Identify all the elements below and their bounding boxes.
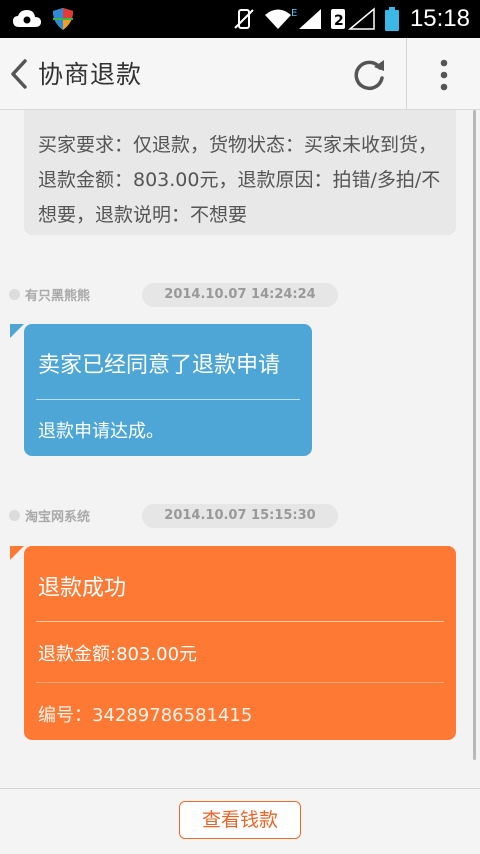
view-money-button[interactable]: 查看钱款: [179, 801, 301, 839]
sender-avatar-dot: [9, 510, 20, 521]
divider: [36, 682, 444, 683]
svg-text:2: 2: [334, 13, 344, 29]
bubble-title: 退款成功: [38, 576, 127, 601]
scrollbar[interactable]: [473, 110, 476, 760]
sender-name: 有只黑熊熊: [25, 289, 91, 304]
more-vertical-icon[interactable]: [432, 56, 456, 94]
wifi-icon: E: [265, 8, 297, 29]
divider: [36, 399, 300, 400]
refund-success-bubble: 退款成功 退款金额:803.00元 编号：34289786581415: [10, 546, 456, 740]
vibrate-off-icon: [234, 9, 254, 29]
buyer-request-text: 买家要求：仅退款，货物状态：买家未收到货，退款金额：803.00元，退款原因：拍…: [38, 134, 441, 226]
sender-row: 有只黑熊熊 2014.10.07 14:24:24: [0, 280, 480, 310]
sender-name: 淘宝网系统: [25, 510, 91, 525]
message-timestamp: 2014.10.07 15:15:30: [142, 504, 338, 528]
bottom-bar: 查看钱款: [0, 788, 480, 854]
cloud-icon: [13, 10, 41, 27]
refresh-icon[interactable]: [350, 56, 388, 94]
buyer-request-card: 买家要求：仅退款，货物状态：买家未收到货，退款金额：803.00元，退款原因：拍…: [24, 110, 456, 235]
message-timestamp: 2014.10.07 14:24:24: [142, 283, 338, 307]
refund-number: 编号：34289786581415: [38, 705, 253, 726]
divider: [36, 621, 444, 622]
sender-row: 淘宝网系统 2014.10.07 15:15:30: [0, 501, 480, 531]
sim2-signal-icon: 2: [331, 7, 375, 30]
page-title: 协商退款: [38, 60, 143, 89]
seller-agree-bubble: 卖家已经同意了退款申请 退款申请达成。: [10, 324, 312, 456]
shield-icon: [53, 8, 73, 30]
signal-icon: [299, 9, 321, 29]
refund-amount: 退款金额:803.00元: [38, 644, 198, 665]
bubble-body: 退款申请达成。: [38, 421, 164, 442]
title-divider: [406, 38, 407, 110]
status-bar: E 2 15:18: [0, 0, 480, 38]
message-list[interactable]: 买家要求：仅退款，货物状态：买家未收到货，退款金额：803.00元，退款原因：拍…: [0, 110, 480, 788]
bubble-title: 卖家已经同意了退款申请: [38, 353, 281, 378]
sender-avatar-dot: [9, 289, 20, 300]
title-bar: 协商退款: [0, 38, 480, 110]
chevron-left-icon[interactable]: [6, 56, 32, 92]
battery-icon: [385, 7, 399, 31]
clock: 15:18: [409, 5, 470, 32]
